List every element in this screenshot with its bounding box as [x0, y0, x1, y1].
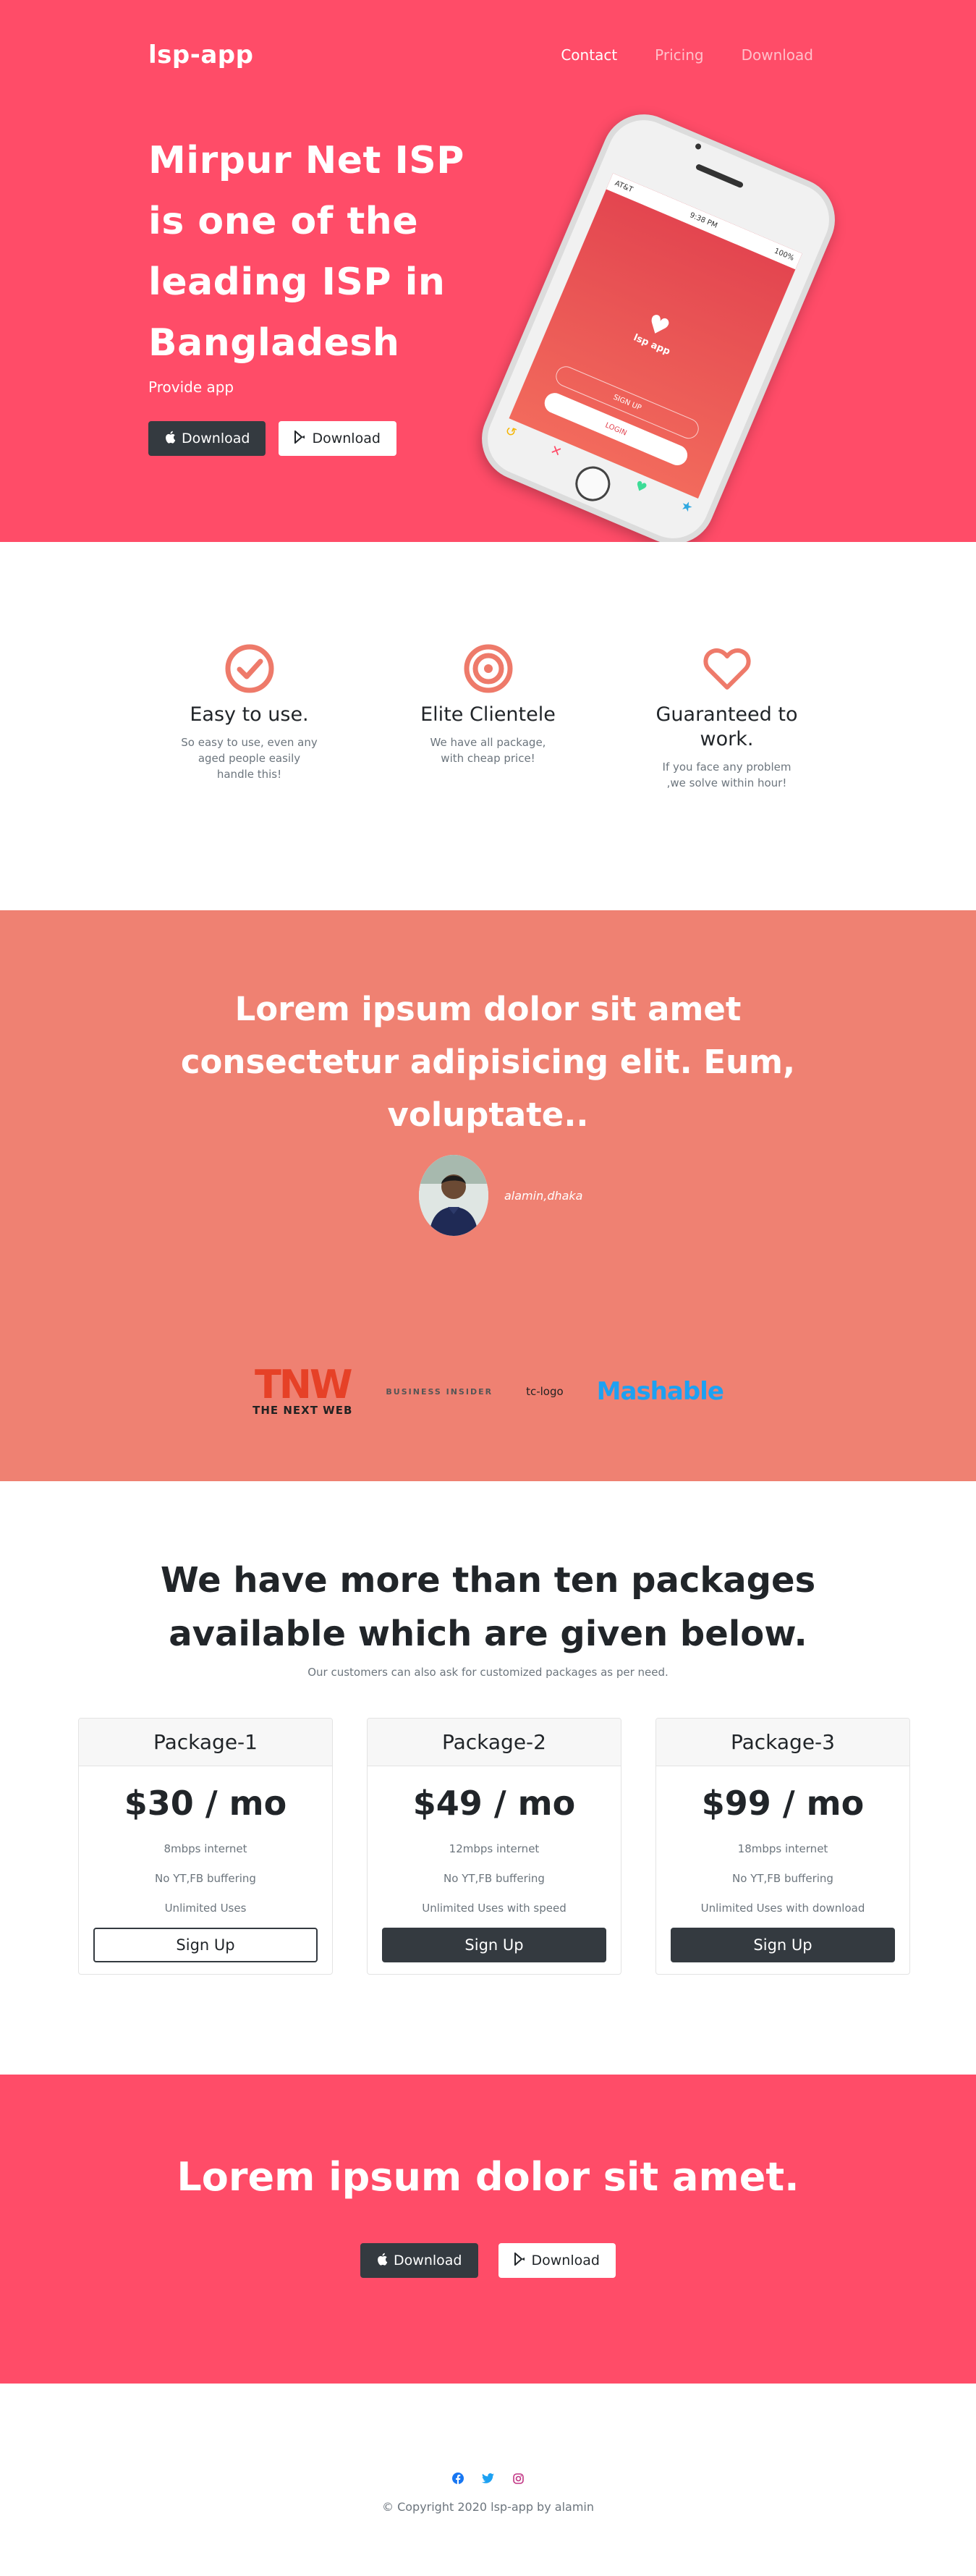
package-features: 18mbps internet No YT,FB buffering Unlim… — [656, 1834, 909, 1923]
footer: © Copyright 2020 lsp-app by alamin — [0, 2384, 976, 2576]
play-download-button[interactable]: Download — [279, 421, 396, 456]
feature-text: If you face any problem ,we solve within… — [662, 760, 792, 789]
package-features: 12mbps internet No YT,FB buffering Unlim… — [368, 1834, 621, 1923]
heart-icon — [702, 643, 752, 694]
author-name: alamin,dhaka — [504, 1188, 583, 1203]
cta-section: Lorem ipsum dolor sit amet. Download Dow… — [0, 2075, 976, 2384]
facebook-icon[interactable] — [450, 2470, 466, 2486]
apple-download-label: Download — [182, 431, 250, 446]
play-download-button[interactable]: Download — [498, 2243, 616, 2278]
pricing-card: Package-2 $49 / mo 12mbps internet No YT… — [367, 1718, 621, 1975]
pricing-subtitle: Our customers can also ask for customize… — [307, 1666, 669, 1679]
testimonial-section: Lorem ipsum dolor sit amet consectetur a… — [0, 910, 976, 1481]
pricing-card: Package-1 $30 / mo 8mbps internet No YT,… — [78, 1718, 333, 1975]
package-feature: Unlimited Uses — [164, 1902, 247, 1915]
avatar — [419, 1155, 488, 1236]
twitter-icon[interactable] — [480, 2470, 496, 2486]
nav-link-contact[interactable]: Contact — [561, 46, 617, 64]
pricing-card: Package-3 $99 / mo 18mbps internet No YT… — [655, 1718, 910, 1975]
package-feature: Unlimited Uses with download — [700, 1902, 865, 1915]
apple-icon — [376, 2253, 388, 2268]
play-download-label: Download — [312, 431, 381, 446]
apple-download-button[interactable]: Download — [148, 421, 266, 456]
copyright-text: © Copyright 2020 lsp-app by alamin — [381, 2500, 594, 2514]
package-price: $49 / mo — [412, 1784, 576, 1823]
phone-carrier: AT&T — [613, 179, 635, 195]
feature-text: We have all package, with cheap price! — [430, 736, 546, 765]
feature-easy: Easy to use. So easy to use, even any ag… — [156, 643, 344, 910]
sign-up-button[interactable]: Sign Up — [93, 1928, 318, 1962]
features-section: Easy to use. So easy to use, even any ag… — [0, 542, 976, 910]
package-feature: 18mbps internet — [737, 1842, 828, 1855]
package-price: $30 / mo — [124, 1784, 287, 1823]
tnw-text: THE NEXT WEB — [253, 1404, 353, 1417]
nav-links: Contact Pricing Download — [561, 46, 813, 64]
instagram-icon[interactable] — [511, 2470, 527, 2486]
brand-logo[interactable]: lsp-app — [148, 41, 253, 69]
nav-link-pricing[interactable]: Pricing — [655, 46, 703, 64]
package-price: $99 / mo — [701, 1784, 865, 1823]
cta-buttons: Download Download — [0, 2243, 976, 2278]
phone-battery: 100% — [773, 247, 795, 263]
cta-title: Lorem ipsum dolor sit amet. — [177, 2154, 799, 2200]
press-logos: TNW THE NEXT WEB BUSINESS INSIDER tc-log… — [0, 1362, 976, 1418]
apple-download-label: Download — [394, 2253, 462, 2268]
pricing-title: We have more than ten packages available… — [160, 1560, 816, 1654]
play-download-label: Download — [531, 2253, 600, 2268]
package-feature: Unlimited Uses with speed — [422, 1902, 566, 1915]
feature-title: Guaranteed to work. — [655, 703, 798, 750]
google-play-icon — [514, 2251, 526, 2268]
feature-title: Easy to use. — [190, 703, 309, 726]
sign-up-button[interactable]: Sign Up — [382, 1928, 606, 1962]
mashable-logo: Mashable — [596, 1377, 724, 1406]
nav-link-download[interactable]: Download — [742, 46, 813, 64]
tc-logo: tc-logo — [526, 1385, 564, 1398]
apple-download-button[interactable]: Download — [360, 2243, 478, 2278]
business-insider-logo: BUSINESS INSIDER — [386, 1386, 493, 1397]
check-circle-icon — [224, 643, 275, 694]
tnw-mark: TNW — [254, 1362, 353, 1407]
feature-guarantee: Guaranteed to work. If you face any prob… — [633, 643, 821, 910]
package-feature: No YT,FB buffering — [732, 1872, 833, 1885]
phone-mockup: AT&T 9:38 PM 100% ♥ lsp app SIGN UP LOGI… — [469, 101, 848, 542]
social-links — [0, 2470, 976, 2486]
feature-text: So easy to use, even any aged people eas… — [181, 736, 318, 781]
testimonial-quote: Lorem ipsum dolor sit amet consectetur a… — [180, 990, 796, 1134]
package-name: Package-2 — [368, 1719, 621, 1766]
testimonial-author: alamin,dhaka — [419, 1155, 582, 1236]
sign-up-button[interactable]: Sign Up — [671, 1928, 895, 1962]
hero-title: Mirpur Net ISP is one of the leading ISP… — [148, 139, 464, 365]
package-feature: No YT,FB buffering — [155, 1872, 256, 1885]
package-feature: 12mbps internet — [449, 1842, 540, 1855]
hero-section: lsp-app Contact Pricing Download Mirpur … — [0, 0, 976, 542]
bullseye-icon — [463, 643, 514, 694]
package-feature: No YT,FB buffering — [444, 1872, 545, 1885]
package-feature: 8mbps internet — [164, 1842, 247, 1855]
pricing-cards: Package-1 $30 / mo 8mbps internet No YT,… — [78, 1718, 910, 1975]
package-features: 8mbps internet No YT,FB buffering Unlimi… — [79, 1834, 332, 1923]
package-name: Package-3 — [656, 1719, 909, 1766]
app-heart-icon: ♥ — [642, 308, 674, 344]
package-name: Package-1 — [79, 1719, 332, 1766]
pricing-section: We have more than ten packages available… — [0, 1481, 976, 2075]
apple-icon — [164, 431, 176, 446]
google-play-icon — [294, 429, 306, 446]
feature-clientele: Elite Clientele We have all package, wit… — [394, 643, 582, 910]
hero-subtitle: Provide app — [148, 378, 234, 396]
navbar: lsp-app Contact Pricing Download — [148, 35, 828, 75]
hero-buttons: Download Download — [148, 421, 396, 456]
tnw-logo: TNW THE NEXT WEB — [253, 1362, 353, 1418]
feature-title: Elite Clientele — [420, 703, 556, 726]
